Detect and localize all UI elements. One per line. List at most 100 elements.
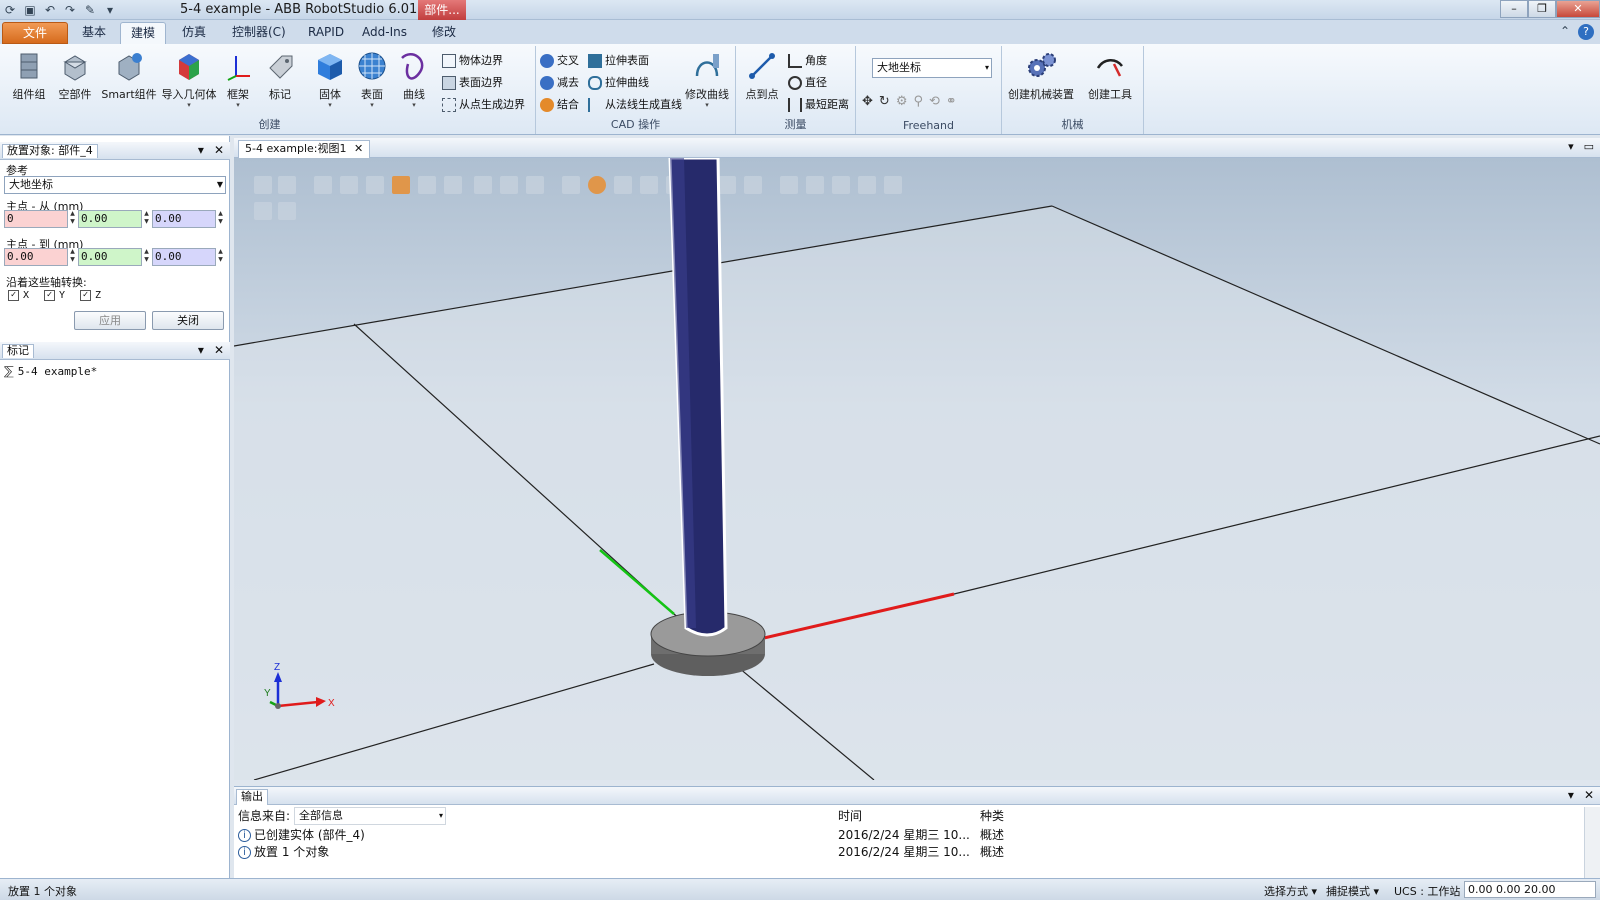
maximize-icon[interactable]: ▭ bbox=[1584, 140, 1594, 153]
component-group-button[interactable]: 组件组 bbox=[8, 50, 50, 102]
viewport-menu-icon[interactable]: ▾ bbox=[1568, 140, 1574, 153]
tab-file[interactable]: 文件 (F) bbox=[2, 22, 68, 60]
extrude-curve-button[interactable]: 拉伸曲线 bbox=[588, 74, 649, 92]
from-x-input[interactable]: 0 bbox=[4, 210, 68, 228]
modify-curve-button[interactable]: 修改曲线 ▾ bbox=[682, 50, 732, 109]
viewport-tab[interactable]: 5-4 example:视图1 ✕ bbox=[238, 140, 371, 158]
surface-boundary-icon bbox=[442, 76, 456, 90]
axis-y-checkbox[interactable]: ✓ Y bbox=[44, 290, 65, 301]
to-x-input[interactable]: 0.00 bbox=[4, 248, 68, 266]
shortest-distance-button[interactable]: 最短距离 bbox=[788, 96, 849, 114]
tab-modify[interactable]: 修改 bbox=[422, 22, 466, 44]
tab-simulation[interactable]: 仿真 bbox=[172, 22, 216, 44]
minimize-ribbon-icon[interactable]: ⌃ bbox=[1560, 24, 1570, 40]
to-z-input[interactable]: 0.00 bbox=[152, 248, 216, 266]
group-freehand: 大地坐标 ▾ ✥ ↻ ⚙ ⚲ ⟲ ⚭ Freehand bbox=[856, 46, 1002, 134]
to-x-spinner[interactable]: ▲ ▼ bbox=[68, 248, 77, 266]
tab-modeling[interactable]: 建模 bbox=[120, 22, 167, 44]
freehand-reference-select[interactable]: 大地坐标 ▾ bbox=[872, 58, 992, 78]
jog-joint-icon[interactable]: ⚙ bbox=[896, 94, 908, 109]
axis-x-checkbox[interactable]: ✓ X bbox=[8, 290, 29, 301]
customize-qat-icon[interactable]: ▾ bbox=[102, 2, 118, 18]
body-boundary-button[interactable]: 物体边界 bbox=[442, 52, 503, 70]
selection-mode-dropdown[interactable]: 选择方式 ▾ bbox=[1264, 883, 1317, 899]
tab-controller[interactable]: 控制器(C) bbox=[222, 22, 296, 44]
output-row[interactable]: i 已创建实体 (部件_4) 2016/2/24 星期三 10... 概述 bbox=[238, 827, 1578, 844]
move-icon[interactable]: ✥ bbox=[862, 94, 873, 109]
empty-part-button[interactable]: 空部件 bbox=[52, 50, 98, 102]
tag-button[interactable]: 标记 bbox=[260, 50, 300, 102]
frame-button[interactable]: 框架 ▾ bbox=[220, 50, 256, 109]
union-icon bbox=[540, 98, 554, 112]
from-z-spinner[interactable]: ▲ ▼ bbox=[216, 210, 225, 228]
surface-button[interactable]: 表面 ▾ bbox=[354, 50, 390, 109]
column-header-time[interactable]: 时间 bbox=[838, 807, 862, 825]
close-button[interactable]: 关闭 bbox=[152, 311, 224, 330]
subtract-button[interactable]: 减去 bbox=[540, 74, 579, 92]
app-menu-icon[interactable]: ⟳ bbox=[2, 2, 18, 18]
extrude-surface-button[interactable]: 拉伸表面 bbox=[588, 52, 649, 70]
from-z-input[interactable]: 0.00 bbox=[152, 210, 216, 228]
line-from-normal-icon bbox=[588, 98, 602, 112]
from-x-spinner[interactable]: ▲ ▼ bbox=[68, 210, 77, 228]
panel-menu-icon[interactable]: ▾ bbox=[198, 343, 204, 357]
place-panel-header: 放置对象: 部件_4 ▾ ✕ bbox=[0, 142, 230, 160]
redo-icon[interactable]: ↷ bbox=[62, 2, 78, 18]
jog-linear-icon[interactable]: ⚲ bbox=[913, 94, 923, 109]
boundary-from-points-button[interactable]: 从点生成边界 bbox=[442, 96, 525, 114]
create-mechanism-button[interactable]: 创建机械装置 bbox=[1004, 50, 1078, 102]
column-header-type[interactable]: 种类 bbox=[980, 807, 1004, 825]
panel-menu-icon[interactable]: ▾ bbox=[198, 143, 204, 157]
import-geometry-button[interactable]: 导入几何体 ▾ bbox=[160, 50, 218, 109]
intersect-button[interactable]: 交叉 bbox=[540, 52, 579, 70]
panel-close-icon[interactable]: ✕ bbox=[214, 143, 224, 157]
axis-label-x: X bbox=[328, 698, 335, 709]
axis-z-checkbox[interactable]: ✓ Z bbox=[80, 290, 101, 301]
line-from-normal-button[interactable]: 从法线生成直线 bbox=[588, 96, 682, 114]
point-to-point-button[interactable]: 点到点 bbox=[742, 50, 782, 102]
context-tab-label[interactable]: 部件... bbox=[418, 0, 466, 20]
checkbox-icon: ✓ bbox=[8, 290, 19, 301]
panel-close-icon[interactable]: ✕ bbox=[214, 343, 224, 357]
output-row[interactable]: i 放置 1 个对象 2016/2/24 星期三 10... 概述 bbox=[238, 844, 1578, 861]
reference-select[interactable]: 大地坐标 ▼ bbox=[4, 176, 226, 194]
rotate-icon[interactable]: ↻ bbox=[879, 94, 890, 109]
apply-button[interactable]: 应用 bbox=[74, 311, 146, 330]
panel-close-icon[interactable]: ✕ bbox=[1584, 788, 1594, 802]
save-icon[interactable]: ▣ bbox=[22, 2, 38, 18]
restore-button[interactable]: ❐ bbox=[1528, 0, 1556, 18]
help-icon[interactable]: ? bbox=[1578, 24, 1594, 40]
group-create: 组件组 空部件 Smart组件 导入几何体 ▾ 框架 ▾ 标记 固体 ▾ 表面 … bbox=[4, 46, 536, 134]
jog-reorient-icon[interactable]: ⟲ bbox=[929, 94, 940, 109]
tab-home[interactable]: 基本 bbox=[72, 22, 116, 44]
output-scrollbar[interactable] bbox=[1584, 807, 1600, 879]
marker-tree-item[interactable]: ⅀ 5-4 example* bbox=[4, 364, 97, 378]
to-z-spinner[interactable]: ▲ ▼ bbox=[216, 248, 225, 266]
viewport-tab-strip: 5-4 example:视图1 ✕ ▾ ▭ bbox=[234, 138, 1600, 158]
source-filter-select[interactable]: 全部信息 ▾ bbox=[294, 807, 446, 825]
diameter-button[interactable]: 直径 bbox=[788, 74, 827, 92]
from-y-input[interactable]: 0.00 bbox=[78, 210, 142, 228]
tab-add-ins[interactable]: Add-Ins bbox=[352, 22, 417, 44]
close-tab-icon[interactable]: ✕ bbox=[354, 142, 363, 155]
to-y-spinner[interactable]: ▲ ▼ bbox=[142, 248, 151, 266]
union-button[interactable]: 结合 bbox=[540, 96, 579, 114]
smart-component-button[interactable]: Smart组件 bbox=[100, 50, 158, 102]
panel-menu-icon[interactable]: ▾ bbox=[1568, 788, 1574, 802]
measure-quick-icon[interactable]: ✎ bbox=[82, 2, 98, 18]
create-tool-button[interactable]: 创建工具 bbox=[1082, 50, 1138, 102]
multi-robot-jog-icon[interactable]: ⚭ bbox=[946, 94, 957, 109]
snap-mode-dropdown[interactable]: 捕捉模式 ▾ bbox=[1326, 883, 1379, 899]
close-window-button[interactable]: ✕ bbox=[1556, 0, 1600, 18]
undo-icon[interactable]: ↶ bbox=[42, 2, 58, 18]
surface-boundary-button[interactable]: 表面边界 bbox=[442, 74, 503, 92]
minimize-button[interactable]: – bbox=[1500, 0, 1528, 18]
3d-viewport[interactable]: Z Y X bbox=[234, 158, 1600, 780]
angle-button[interactable]: 角度 bbox=[788, 52, 827, 70]
chevron-down-icon: ▾ bbox=[984, 63, 989, 72]
tab-rapid[interactable]: RAPID bbox=[298, 22, 354, 44]
from-y-spinner[interactable]: ▲ ▼ bbox=[142, 210, 151, 228]
curve-button[interactable]: 曲线 ▾ bbox=[396, 50, 432, 109]
to-y-input[interactable]: 0.00 bbox=[78, 248, 142, 266]
solid-button[interactable]: 固体 ▾ bbox=[312, 50, 348, 109]
